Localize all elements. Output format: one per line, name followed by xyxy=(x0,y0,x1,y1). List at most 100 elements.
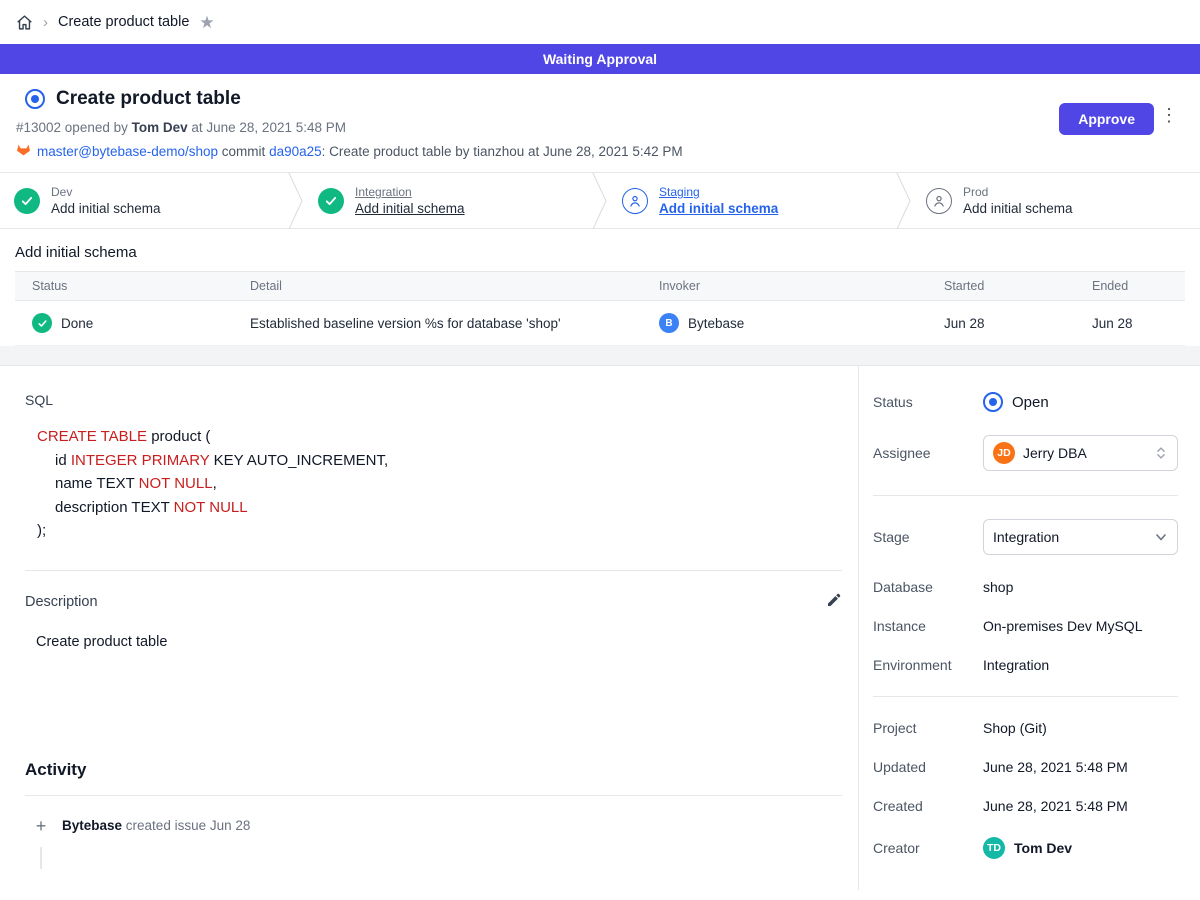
status-label: Status xyxy=(873,394,983,410)
stage-name: Integration xyxy=(355,185,465,199)
table-row: Done Established baseline version %s for… xyxy=(15,301,1185,346)
divider xyxy=(873,495,1178,496)
field-label: Creator xyxy=(873,840,983,856)
avatar: B xyxy=(659,313,679,333)
avatar: TD xyxy=(983,837,1005,859)
open-status-icon xyxy=(983,392,1003,412)
stage-name: Dev xyxy=(51,185,161,199)
issue-header: Create product table #13002 opened by To… xyxy=(0,74,1200,172)
stage-task: Add initial schema xyxy=(963,201,1073,216)
open-status-icon xyxy=(25,89,45,109)
approve-button[interactable]: Approve xyxy=(1059,103,1154,135)
status-text: Done xyxy=(61,316,93,331)
kebab-menu-icon[interactable]: ⋮ xyxy=(1160,106,1178,124)
field-label: Updated xyxy=(873,759,983,775)
home-icon[interactable] xyxy=(16,14,33,31)
task-heading: Add initial schema xyxy=(15,244,1185,261)
col-started: Started xyxy=(927,279,1075,293)
sql-text: , xyxy=(213,475,217,492)
stage-select[interactable]: Integration xyxy=(983,519,1178,555)
sql-text: name TEXT xyxy=(55,475,139,492)
field-value: shop xyxy=(983,579,1178,595)
status-cell: Done xyxy=(15,313,233,333)
detail-cell: Established baseline version %s for data… xyxy=(233,316,642,331)
field-value: On-premises Dev MySQL xyxy=(983,618,1178,634)
environment-row: Environment Integration xyxy=(873,657,1178,673)
field-label: Environment xyxy=(873,657,983,673)
commit-hash-link[interactable]: da90a25 xyxy=(269,144,322,159)
commit-line: master@bytebase-demo/shop commit da90a25… xyxy=(16,142,1184,160)
avatar: JD xyxy=(993,442,1015,464)
section-divider-band xyxy=(0,346,1200,366)
started-cell: Jun 28 xyxy=(927,316,1075,331)
assignee-row: Assignee JD Jerry DBA xyxy=(873,435,1178,471)
database-row: Database shop xyxy=(873,579,1178,595)
field-label: Database xyxy=(873,579,983,595)
sql-keyword: NOT NULL xyxy=(139,475,213,492)
sql-text: description TEXT xyxy=(55,499,174,516)
activity-item: + Bytebase created issue Jun 28 xyxy=(25,817,842,835)
sql-text: product ( xyxy=(147,428,210,445)
pipeline-stage-integration[interactable]: Integration Add initial schema xyxy=(304,173,592,228)
pipeline-stage-dev[interactable]: Dev Add initial schema xyxy=(0,173,288,228)
activity-heading: Activity xyxy=(25,760,842,780)
assignee-value: Jerry DBA xyxy=(1023,445,1087,461)
breadcrumb: › Create product table ★ xyxy=(0,0,1200,44)
timeline-line xyxy=(40,847,42,869)
stage-task: Add initial schema xyxy=(51,201,161,216)
sql-text: KEY AUTO_INCREMENT, xyxy=(209,452,388,469)
sql-keyword: NOT NULL xyxy=(174,499,248,516)
issue-body: SQL CREATE TABLE product ( id INTEGER PR… xyxy=(0,366,858,890)
stage-value: Integration xyxy=(993,529,1059,545)
stage-label: Stage xyxy=(873,529,983,545)
status-row: Status Open xyxy=(873,392,1178,412)
meta-middle: at xyxy=(188,120,207,135)
stage-separator xyxy=(896,173,912,228)
person-icon xyxy=(622,188,648,214)
updated-row: Updated June 28, 2021 5:48 PM xyxy=(873,759,1178,775)
done-check-icon xyxy=(32,313,52,333)
page-title: Create product table xyxy=(56,88,241,110)
approval-banner: Waiting Approval xyxy=(0,44,1200,74)
issue-sidebar: Status Open Assignee JD Jerry DBA Stage … xyxy=(858,366,1200,890)
field-label: Instance xyxy=(873,618,983,634)
meta-time: June 28, 2021 5:48 PM xyxy=(206,120,346,135)
plus-icon[interactable]: + xyxy=(34,817,48,835)
status-value: Open xyxy=(1012,394,1049,411)
divider xyxy=(25,570,842,571)
star-icon[interactable]: ★ xyxy=(199,14,214,31)
branch-link[interactable]: master@bytebase-demo/shop xyxy=(37,144,218,159)
description-text: Create product table xyxy=(25,634,842,650)
stage-task: Add initial schema xyxy=(355,201,465,216)
invoker-cell: BBytebase xyxy=(642,313,927,333)
assignee-select[interactable]: JD Jerry DBA xyxy=(983,435,1178,471)
sql-code: CREATE TABLE product ( id INTEGER PRIMAR… xyxy=(25,425,842,543)
commit-word: commit xyxy=(218,144,269,159)
stage-task: Add initial schema xyxy=(659,201,778,216)
sql-label: SQL xyxy=(25,392,842,408)
ended-cell: Jun 28 xyxy=(1075,316,1185,331)
creator-row: Creator TDTom Dev xyxy=(873,837,1178,859)
sql-keyword: INTEGER PRIMARY xyxy=(71,452,210,469)
field-value: Shop (Git) xyxy=(983,720,1178,736)
instance-row: Instance On-premises Dev MySQL xyxy=(873,618,1178,634)
col-invoker: Invoker xyxy=(642,279,927,293)
field-label: Created xyxy=(873,798,983,814)
field-label: Project xyxy=(873,720,983,736)
chevron-right-icon: › xyxy=(43,14,48,31)
edit-pencil-icon[interactable] xyxy=(826,592,842,613)
sql-text: id xyxy=(55,452,71,469)
stage-row: Stage Integration xyxy=(873,519,1178,555)
created-row: Created June 28, 2021 5:48 PM xyxy=(873,798,1178,814)
pipeline-stage-staging[interactable]: StagingAdd initial schema xyxy=(608,173,896,228)
field-value: June 28, 2021 5:48 PM xyxy=(983,798,1178,814)
banner-text: Waiting Approval xyxy=(543,51,657,67)
pipeline-stage-prod[interactable]: Prod Add initial schema xyxy=(912,173,1200,228)
stage-separator xyxy=(288,173,304,228)
assignee-label: Assignee xyxy=(873,445,983,461)
sql-keyword: CREATE TABLE xyxy=(37,428,147,445)
activity-actor: Bytebase xyxy=(62,818,122,833)
field-value: June 28, 2021 5:48 PM xyxy=(983,759,1178,775)
stage-name: Prod xyxy=(963,185,1073,199)
divider xyxy=(25,795,842,796)
